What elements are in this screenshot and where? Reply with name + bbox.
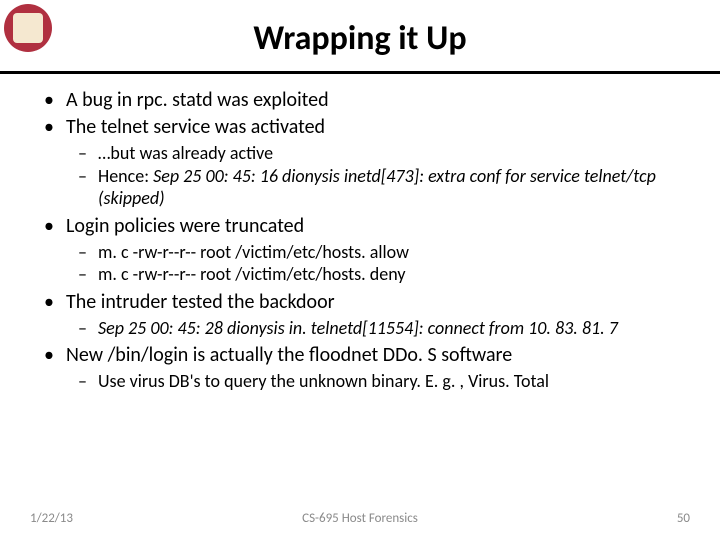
- sub-bullet-text: m. c -rw-r--r-- root /victim/etc/hosts. …: [98, 241, 409, 263]
- institution-logo: [4, 4, 52, 52]
- slide: Wrapping it Up A bug in rpc. statd was e…: [0, 0, 720, 540]
- logo-inner-shape: [13, 13, 43, 43]
- bullet-list-lvl2: Sep 25 00: 45: 28 dionysis in. telnetd[1…: [66, 317, 690, 340]
- sub-bullet-text: m. c -rw-r--r-- root /victim/etc/hosts. …: [98, 263, 405, 285]
- bullet-item: The telnet service was activated …but wa…: [30, 115, 690, 210]
- footer-date: 1/22/13: [30, 511, 73, 526]
- bullet-item: A bug in rpc. statd was exploited: [30, 88, 690, 113]
- sub-bullet-item: Hence: Sep 25 00: 45: 16 dionysis inetd[…: [66, 165, 690, 210]
- sub-bullet-item: m. c -rw-r--r-- root /victim/etc/hosts. …: [66, 263, 690, 286]
- footer-course: CS-695 Host Forensics: [302, 511, 418, 526]
- bullet-list-lvl2: m. c -rw-r--r-- root /victim/etc/hosts. …: [66, 241, 690, 286]
- bullet-text: New /bin/login is actually the floodnet …: [66, 343, 512, 367]
- bullet-item: New /bin/login is actually the floodnet …: [30, 343, 690, 393]
- bullet-list-lvl2: Use virus DB's to query the unknown bina…: [66, 370, 690, 393]
- slide-content: A bug in rpc. statd was exploited The te…: [0, 74, 720, 393]
- bullet-text: The telnet service was activated: [66, 115, 325, 139]
- sub-bullet-italic-text: Sep 25 00: 45: 28 dionysis in. telnetd[1…: [98, 317, 618, 339]
- sub-bullet-text: Hence:: [98, 165, 153, 187]
- bullet-text: Login policies were truncated: [66, 214, 304, 238]
- slide-footer: 1/22/13 CS-695 Host Forensics 50: [0, 511, 720, 526]
- bullet-text: A bug in rpc. statd was exploited: [66, 88, 329, 112]
- bullet-list-lvl1: A bug in rpc. statd was exploited The te…: [30, 88, 690, 393]
- sub-bullet-item: m. c -rw-r--r-- root /victim/etc/hosts. …: [66, 241, 690, 264]
- sub-bullet-italic-text: Sep 25 00: 45: 16 dionysis inetd[473]: e…: [98, 165, 656, 210]
- bullet-list-lvl2: …but was already active Hence: Sep 25 00…: [66, 142, 690, 210]
- sub-bullet-text: Use virus DB's to query the unknown bina…: [98, 370, 549, 392]
- sub-bullet-text: …but was already active: [98, 142, 273, 164]
- bullet-item: The intruder tested the backdoor Sep 25 …: [30, 290, 690, 340]
- sub-bullet-item: Use virus DB's to query the unknown bina…: [66, 370, 690, 393]
- footer-page-number: 50: [677, 511, 690, 526]
- bullet-item: Login policies were truncated m. c -rw-r…: [30, 214, 690, 286]
- sub-bullet-item: Sep 25 00: 45: 28 dionysis in. telnetd[1…: [66, 317, 690, 340]
- sub-bullet-item: …but was already active: [66, 142, 690, 165]
- slide-title: Wrapping it Up: [0, 0, 720, 71]
- bullet-text: The intruder tested the backdoor: [66, 290, 335, 314]
